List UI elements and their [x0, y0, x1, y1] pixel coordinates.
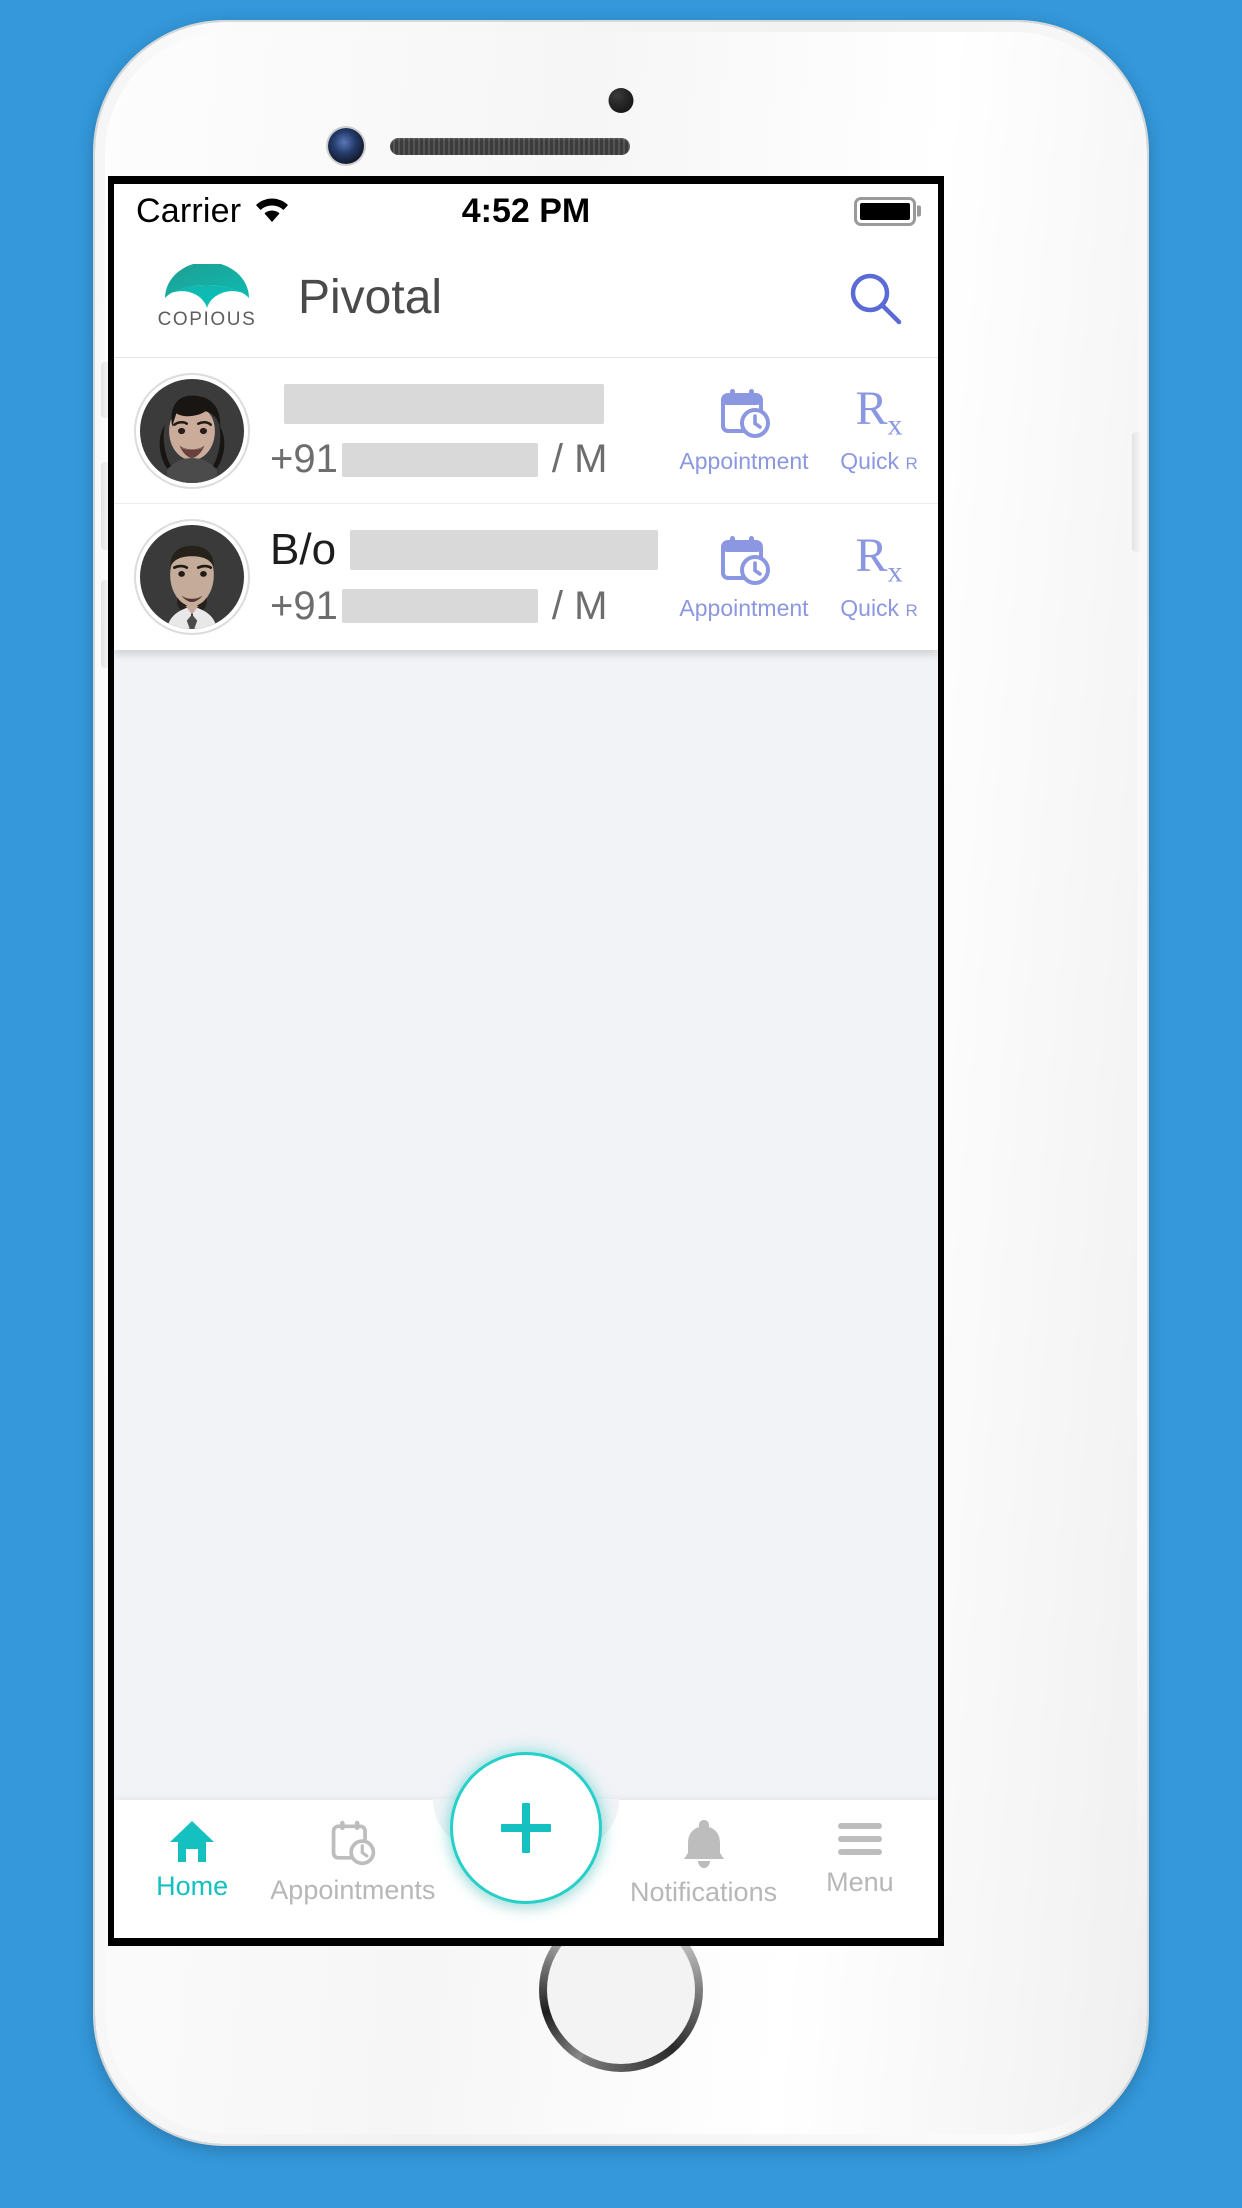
- nav-item-menu[interactable]: Menu: [782, 1800, 938, 1898]
- patient-gender: / M: [551, 583, 608, 628]
- patient-gender: / M: [551, 437, 608, 482]
- patient-phone-line: +91 / M: [270, 437, 658, 483]
- patient-row-actions: Appointment Rx Quick R: [668, 533, 938, 622]
- patient-avatar-female-icon: [140, 378, 244, 483]
- brand-name-label: COPIOUS: [157, 309, 257, 331]
- wifi-icon: [253, 195, 291, 228]
- app-header: COPIOUS Pivotal: [114, 238, 938, 359]
- patient-info: B/o +91 / M: [270, 525, 668, 629]
- brand-logo[interactable]: COPIOUS: [148, 264, 266, 331]
- power-button[interactable]: [1132, 432, 1141, 552]
- patient-name-redacted: [284, 383, 604, 424]
- patient-name-prefix: B/o: [270, 525, 337, 575]
- phone-country-code: +91: [270, 583, 338, 628]
- quick-rx-label: Quick R: [840, 594, 918, 621]
- patient-phone-line: +91 / M: [270, 583, 658, 629]
- quick-rx-button[interactable]: Rx Quick R: [820, 533, 938, 622]
- plus-icon: [501, 1803, 551, 1853]
- bell-icon: [683, 1820, 724, 1868]
- battery-full-icon: [854, 196, 916, 226]
- search-icon: [850, 273, 902, 324]
- nav-item-notifications[interactable]: Notifications: [625, 1800, 781, 1908]
- nav-label-notifications: Notifications: [630, 1877, 778, 1907]
- phone-number-redacted: [341, 589, 538, 624]
- earpiece-speaker-icon: [390, 138, 630, 155]
- nav-label-menu: Menu: [826, 1867, 894, 1897]
- phone-country-code: +91: [270, 437, 338, 482]
- home-icon: [170, 1821, 215, 1862]
- nav-label-appointments: Appointments: [270, 1875, 436, 1905]
- status-bar-right: [854, 196, 916, 226]
- patient-row-actions: Appointment Rx Quick R: [668, 386, 938, 475]
- search-button[interactable]: [838, 261, 912, 335]
- rx-icon: Rx: [855, 386, 903, 442]
- avatar: [140, 525, 244, 630]
- page-title: Pivotal: [298, 271, 443, 325]
- calendar-clock-icon: [721, 535, 770, 585]
- quick-rx-label: Quick R: [840, 448, 918, 475]
- device-screen-frame: Carrier 4:52 PM COPIOUS Pivotal +91 / M …: [108, 176, 944, 1946]
- status-bar: Carrier 4:52 PM: [114, 184, 938, 238]
- add-button[interactable]: [450, 1752, 602, 1904]
- calendar-clock-icon: [331, 1820, 376, 1866]
- patient-avatar-male-icon: [140, 525, 244, 630]
- quick-rx-button[interactable]: Rx Quick R: [820, 386, 938, 475]
- appointment-label: Appointment: [679, 594, 809, 621]
- status-bar-left: Carrier: [136, 192, 291, 231]
- content-area: [114, 650, 938, 1800]
- copious-arc-logo-icon: [165, 264, 249, 309]
- patient-name-line: B/o: [270, 525, 658, 575]
- nav-label-home: Home: [156, 1871, 229, 1901]
- patient-info: +91 / M: [270, 379, 668, 483]
- patient-name-redacted: [350, 530, 658, 571]
- front-camera-icon: [328, 128, 364, 164]
- appointment-button[interactable]: Appointment: [668, 386, 820, 475]
- nav-item-appointments[interactable]: Appointments: [270, 1800, 435, 1906]
- patient-list-item[interactable]: B/o +91 / M Appointment Rx Quick R: [114, 504, 938, 650]
- appointment-button[interactable]: Appointment: [668, 533, 820, 622]
- patient-name-line: [270, 379, 658, 429]
- bottom-navigation: Home Appointments Notifications Menu: [114, 1752, 938, 1938]
- patient-list-item[interactable]: +91 / M Appointment Rx Quick R: [114, 358, 938, 505]
- appointment-label: Appointment: [679, 448, 809, 475]
- nav-item-home[interactable]: Home: [114, 1800, 270, 1902]
- phone-number-redacted: [341, 442, 538, 477]
- proximity-sensor-icon: [608, 88, 634, 113]
- calendar-clock-icon: [721, 389, 770, 439]
- avatar: [140, 378, 244, 483]
- hamburger-menu-icon: [837, 1823, 882, 1855]
- patient-list: +91 / M Appointment Rx Quick R B/o +91 /…: [114, 358, 938, 651]
- app-screen: Carrier 4:52 PM COPIOUS Pivotal +91 / M …: [114, 184, 938, 1938]
- rx-icon: Rx: [855, 532, 903, 589]
- carrier-label: Carrier: [136, 191, 242, 230]
